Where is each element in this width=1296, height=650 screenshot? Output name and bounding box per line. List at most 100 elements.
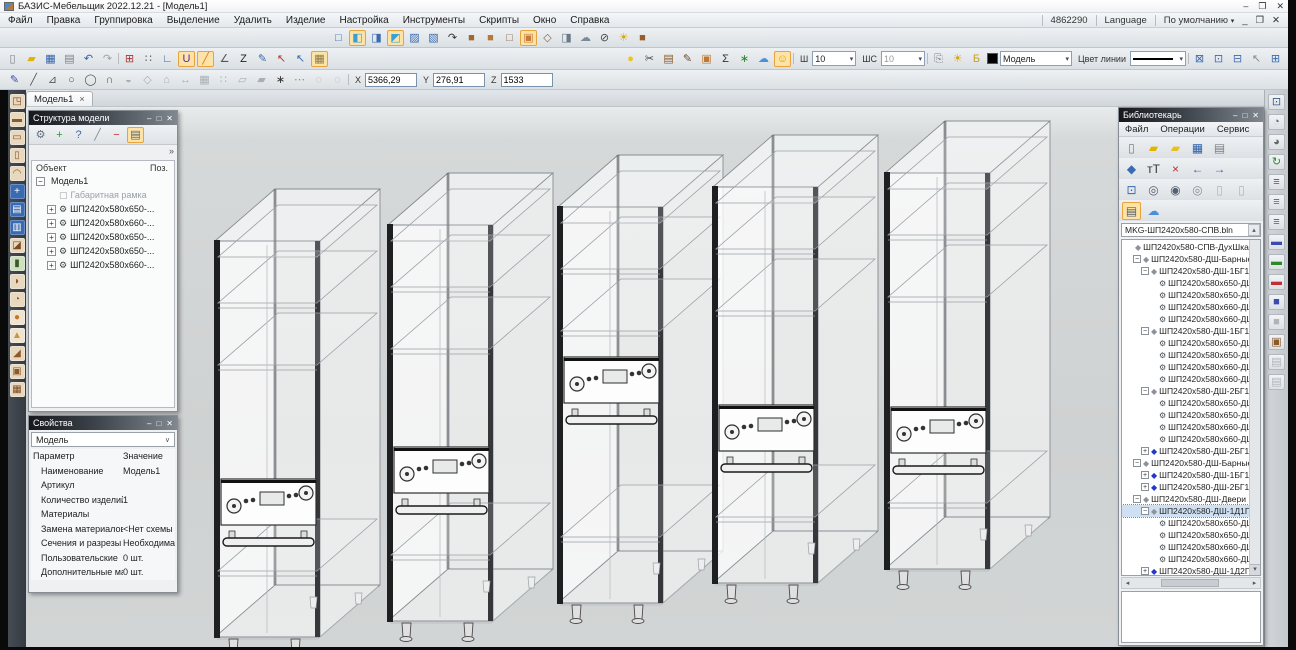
library-tree-row[interactable]: − ◆ ШП2420х580-ДШ-Барные-Я	[1122, 457, 1249, 469]
light-settings-icon[interactable]: ☀	[615, 30, 632, 46]
line-icon[interactable]: ╱	[25, 72, 42, 88]
screen-icon[interactable]: ⊡	[1268, 94, 1285, 110]
panel-minimize-button[interactable]: –	[147, 114, 151, 123]
library-tree-row[interactable]: ⚙ ШП2420х580х660-ДШ	[1122, 313, 1249, 325]
snap-line-icon[interactable]: ╱	[197, 51, 214, 67]
menu-item[interactable]: Справка	[570, 15, 609, 26]
expander-icon[interactable]: −	[1141, 267, 1149, 275]
belt-delete-icon[interactable]: ≡	[1268, 214, 1285, 230]
find-icon[interactable]: ◎	[1144, 181, 1163, 199]
grid-snap-icon[interactable]: ∷	[140, 51, 157, 67]
property-row[interactable]: Пользовательские 0 шт.	[31, 551, 175, 566]
rotate-view-icon[interactable]: ↷	[444, 30, 461, 46]
no-materials-icon[interactable]: ⊘	[596, 30, 613, 46]
construction-icon[interactable]: ⋯	[291, 72, 308, 88]
mdi-minimize-button[interactable]: _	[1242, 15, 1247, 26]
expander-icon[interactable]: +	[47, 247, 56, 256]
remove-operation-icon[interactable]: −	[108, 127, 125, 143]
menu-item[interactable]: Скрипты	[479, 15, 519, 26]
fittings-icon[interactable]: ▦	[10, 382, 25, 397]
update-model-icon[interactable]: ↻	[1268, 154, 1285, 170]
language-menu[interactable]: Language	[1105, 15, 1147, 26]
paint-icon[interactable]: ✎	[679, 51, 696, 67]
tab-close-icon[interactable]: ×	[79, 94, 84, 104]
doc-gray-2-icon[interactable]: ▯	[1232, 181, 1251, 199]
menu-item[interactable]: Инструменты	[403, 15, 465, 26]
library-tree-row[interactable]: − ◆ ШП2420х580-ДШ-1Д1П-	[1122, 505, 1249, 517]
aggregate-icon[interactable]: +	[10, 184, 25, 199]
add-element-icon[interactable]: ◆	[1122, 160, 1141, 178]
list-view-icon[interactable]: ▤	[1122, 202, 1141, 220]
drawer-icon[interactable]: ▣	[10, 364, 25, 379]
panel-icon[interactable]: ▬	[10, 112, 25, 127]
tree-row[interactable]: + ⚙ ШП2420х580х660-...	[32, 216, 174, 230]
dim-grid-icon[interactable]: ▦	[196, 72, 213, 88]
expander-icon[interactable]: +	[47, 205, 56, 214]
doc-gray-1-icon[interactable]: ▯	[1210, 181, 1229, 199]
help-operation-icon[interactable]: ?	[70, 127, 87, 143]
library-tree-row[interactable]: − ◆ ШП2420х580-ДШ-1БГ1П	[1122, 325, 1249, 337]
texture-icon[interactable]: ∗	[736, 51, 753, 67]
expander-icon[interactable]: −	[1141, 387, 1149, 395]
view-wire-xz-icon[interactable]: ◨	[368, 30, 385, 46]
z-coordinate-field[interactable]	[501, 73, 553, 87]
forward-icon[interactable]: →	[1210, 160, 1229, 178]
lock-icon[interactable]: Б	[968, 51, 985, 67]
property-row[interactable]: Наименование Модель1	[31, 464, 175, 479]
scheme-select[interactable]: По умолчанию ▾	[1164, 15, 1234, 26]
render-textured-icon[interactable]: ▣	[520, 30, 537, 46]
print-preview-icon[interactable]: ⎘	[930, 51, 947, 67]
cabinet-model-4[interactable]	[712, 135, 878, 604]
sphere-icon[interactable]: ●	[10, 310, 25, 325]
expander-icon[interactable]: +	[1141, 471, 1149, 479]
panel-minimize-button[interactable]: –	[1233, 111, 1237, 120]
library-tree-row[interactable]: ⚙ ШП2420х580х650-ДШ	[1122, 517, 1249, 529]
panel-add-icon[interactable]: ▬	[1268, 234, 1285, 250]
library-tree-row[interactable]: + ◆ ШП2420х580-ДШ-2БГ1П	[1122, 445, 1249, 457]
zoom-out-icon[interactable]: ⊟	[1229, 51, 1246, 67]
tree-row[interactable]: + ⚙ ШП2420х580х660-...	[32, 258, 174, 272]
line-style-combobox[interactable]: ▾	[1130, 51, 1186, 66]
bent-panel-icon[interactable]: ◠	[10, 166, 25, 181]
plane2-icon[interactable]: ▰	[253, 72, 270, 88]
delete-element-icon[interactable]: ×	[1166, 160, 1185, 178]
block-gray-icon[interactable]: ■	[1268, 314, 1285, 330]
menu-item[interactable]: Выделение	[167, 15, 220, 26]
render-solid-edges-icon[interactable]: ■	[482, 30, 499, 46]
undo-icon[interactable]: ↶	[80, 51, 97, 67]
expander-icon[interactable]: +	[47, 261, 56, 270]
mdi-restore-button[interactable]: ❐	[1256, 15, 1265, 26]
panel-minimize-button[interactable]: –	[147, 419, 151, 428]
panel-close-button[interactable]: ✕	[1252, 111, 1259, 120]
rename-icon[interactable]: тТ	[1144, 160, 1163, 178]
shadow-icon[interactable]: ☁	[577, 30, 594, 46]
mdi-close-button[interactable]: ✕	[1272, 15, 1280, 26]
property-row[interactable]: Сечения и разрезы Необходима	[31, 536, 175, 551]
library-tree-row[interactable]: − ◆ ШП2420х580-ДШ-Барные	[1122, 253, 1249, 265]
tree-row[interactable]: − Модель1	[32, 174, 174, 188]
model-structure-icon[interactable]: ⊞	[121, 51, 138, 67]
section-h-icon[interactable]: ▤	[10, 202, 25, 217]
facade-icon[interactable]: ◪	[10, 238, 25, 253]
cloud-icon[interactable]: ☁	[755, 51, 772, 67]
menu-item[interactable]: Изделие	[286, 15, 326, 26]
fill-color-icon[interactable]: ●	[622, 51, 639, 67]
parallel-icon[interactable]: ⊿	[44, 72, 61, 88]
library-tree-row[interactable]: ⚙ ШП2420х580х650-ДШ	[1122, 529, 1249, 541]
add-library-icon[interactable]: ▰	[1166, 139, 1185, 157]
menu-item[interactable]: Настройка	[339, 15, 388, 26]
library-menu-item[interactable]: Операции	[1160, 124, 1204, 135]
y-coordinate-field[interactable]	[433, 73, 485, 87]
step-icon[interactable]: ◕	[1268, 134, 1285, 150]
cut-icon[interactable]: ✂	[641, 51, 658, 67]
dim-linear-icon[interactable]: ↔	[177, 72, 194, 88]
profile-icon[interactable]: ◗	[10, 274, 25, 289]
library-tree-row[interactable]: ⚙ ШП2420х580х660-ДШ	[1122, 541, 1249, 553]
board-icon[interactable]: ▯	[10, 148, 25, 163]
restore-button[interactable]: ❐	[1258, 1, 1266, 12]
library-tree-row[interactable]: + ◆ ШП2420х580-ДШ-2БГ1П	[1122, 481, 1249, 493]
open-document-icon[interactable]: ▰	[23, 51, 40, 67]
circle-icon[interactable]: ○	[63, 72, 80, 88]
property-row[interactable]: Количество изделий 1	[31, 493, 175, 508]
expander-icon[interactable]: +	[1141, 483, 1149, 491]
